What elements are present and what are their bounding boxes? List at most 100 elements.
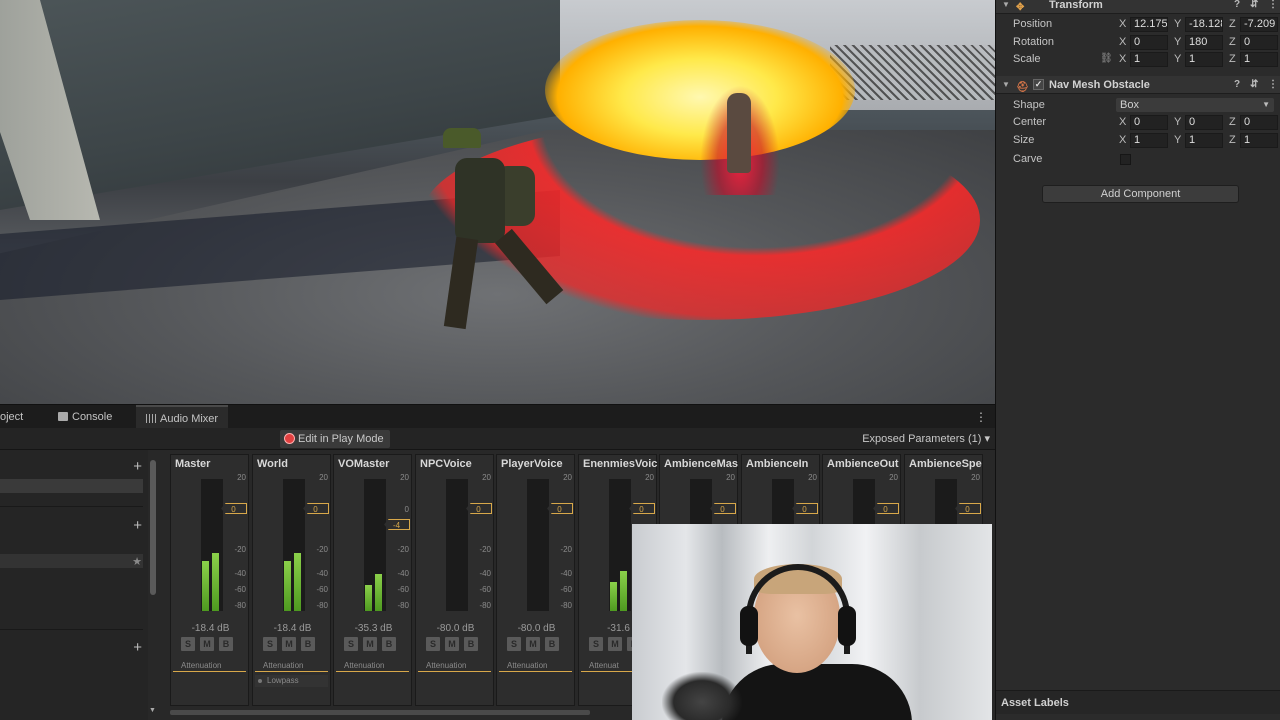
- rotation-y-field[interactable]: 180: [1185, 35, 1223, 50]
- mute-button[interactable]: M: [200, 637, 214, 651]
- streamer-body: [722, 664, 912, 720]
- solo-button[interactable]: S: [507, 637, 521, 651]
- edit-in-play-mode-button[interactable]: Edit in Play Mode: [280, 430, 390, 448]
- mixer-strip[interactable]: PlayerVoice200-20-40-60-800-80.0 dBSMBAt…: [496, 454, 575, 706]
- volume-fader-handle[interactable]: 0: [710, 503, 736, 514]
- position-x-field[interactable]: 12.175: [1130, 17, 1168, 32]
- mixer-strip[interactable]: VOMaster 20 0 -20 -40 -60 -80 -4 -35.3 dB S M B Atte…: [333, 454, 412, 706]
- volume-fader-handle[interactable]: 0: [466, 503, 492, 514]
- chevron-down-icon[interactable]: ▼: [1002, 0, 1010, 14]
- effect-slot[interactable]: Attenuation: [173, 660, 246, 672]
- axis-y-label: Y: [1174, 116, 1182, 128]
- effect-slot[interactable]: Attenuation: [336, 660, 409, 672]
- chevron-down-icon[interactable]: ▼: [1002, 76, 1010, 94]
- mute-button[interactable]: M: [608, 637, 622, 651]
- mixer-strip[interactable]: Master200-20-40-60-800-18.4 dBSMBAttenua…: [170, 454, 249, 706]
- panel-menu-icon[interactable]: ⋮: [975, 405, 987, 429]
- volume-fader-handle[interactable]: 0: [792, 503, 818, 514]
- scale-label: Scale: [1013, 53, 1041, 65]
- tab-project[interactable]: oject: [0, 405, 33, 429]
- axis-x-label: X: [1119, 134, 1127, 146]
- effect-slot[interactable]: Attenuation: [418, 660, 491, 672]
- enabled-checkbox[interactable]: ✓: [1033, 79, 1044, 90]
- link-icon[interactable]: ⛓: [1100, 53, 1113, 64]
- rotation-x-field[interactable]: 0: [1130, 35, 1168, 50]
- add-group-button[interactable]: +: [133, 639, 142, 656]
- bypass-button[interactable]: B: [545, 637, 559, 651]
- mute-button[interactable]: M: [526, 637, 540, 651]
- center-z-field[interactable]: 0: [1240, 115, 1278, 130]
- position-z-field[interactable]: -7.209: [1240, 17, 1278, 32]
- tab-console[interactable]: Console: [48, 405, 122, 429]
- add-snapshot-button[interactable]: +: [133, 517, 142, 534]
- settings-icon[interactable]: ⇵: [1250, 76, 1258, 94]
- mixer-strip[interactable]: NPCVoice200-20-40-60-800-80.0 dBSMBAtten…: [415, 454, 494, 706]
- solo-button[interactable]: S: [263, 637, 277, 651]
- scale-y-field[interactable]: 1: [1185, 52, 1223, 67]
- level-meter: [283, 479, 305, 611]
- bypass-button[interactable]: B: [219, 637, 233, 651]
- headphone-ear-left: [740, 606, 758, 646]
- solo-button[interactable]: S: [589, 637, 603, 651]
- volume-fader-handle[interactable]: 0: [303, 503, 329, 514]
- solo-button[interactable]: S: [344, 637, 358, 651]
- size-x-field[interactable]: 1: [1130, 133, 1168, 148]
- scroll-down-icon[interactable]: ▼: [149, 707, 156, 714]
- scale-x-field[interactable]: 1: [1130, 52, 1168, 67]
- volume-fader-handle[interactable]: 0: [547, 503, 573, 514]
- mute-button[interactable]: M: [363, 637, 377, 651]
- shape-label: Shape: [1013, 99, 1045, 111]
- menu-icon[interactable]: ⋮: [1268, 0, 1278, 14]
- mixer-strip[interactable]: World200-20-40-60-800-18.4 dBSMBAttenuat…: [252, 454, 331, 706]
- star-icon[interactable]: ★: [132, 555, 142, 568]
- position-y-field[interactable]: -18.128: [1185, 17, 1223, 32]
- bypass-button[interactable]: B: [382, 637, 396, 651]
- level-meter: [527, 479, 549, 611]
- solo-button[interactable]: S: [426, 637, 440, 651]
- tab-audio-mixer[interactable]: Audio Mixer: [136, 405, 229, 429]
- settings-icon[interactable]: ⇵: [1250, 0, 1258, 14]
- snapshot-list-item[interactable]: [0, 554, 143, 568]
- effect-slot[interactable]: Lowpass: [255, 675, 328, 687]
- add-mixer-button[interactable]: +: [133, 458, 142, 475]
- db-scale: 200-20-40-60-80: [309, 473, 331, 613]
- mixer-list-item[interactable]: [0, 479, 143, 493]
- mute-button[interactable]: M: [282, 637, 296, 651]
- webcam-overlay: [632, 524, 992, 720]
- size-y-field[interactable]: 1: [1185, 133, 1223, 148]
- solo-button[interactable]: S: [181, 637, 195, 651]
- help-icon[interactable]: ?: [1234, 0, 1240, 14]
- rotation-z-field[interactable]: 0: [1240, 35, 1278, 50]
- mute-button[interactable]: M: [445, 637, 459, 651]
- add-component-button[interactable]: Add Component: [1042, 185, 1239, 203]
- volume-fader-handle[interactable]: 0: [955, 503, 981, 514]
- exposed-parameters-dropdown[interactable]: Exposed Parameters (1) ▾: [862, 428, 990, 450]
- size-label: Size: [1013, 134, 1035, 146]
- asset-labels-header[interactable]: Asset Labels: [996, 690, 1280, 714]
- effect-slot[interactable]: Attenuation: [255, 660, 328, 672]
- volume-fader-handle[interactable]: 0: [629, 503, 655, 514]
- carve-checkbox[interactable]: [1120, 154, 1131, 165]
- scale-z-field[interactable]: 1: [1240, 52, 1278, 67]
- bypass-button[interactable]: B: [301, 637, 315, 651]
- volume-fader-handle[interactable]: 0: [221, 503, 247, 514]
- vertical-scrollbar[interactable]: [150, 460, 156, 595]
- menu-icon[interactable]: ⋮: [1268, 76, 1278, 94]
- microphone-windscreen: [662, 672, 742, 720]
- effect-slot[interactable]: Attenuation: [499, 660, 572, 672]
- volume-fader-handle[interactable]: -4: [384, 519, 410, 530]
- bypass-button[interactable]: B: [464, 637, 478, 651]
- volume-fader-handle[interactable]: 0: [873, 503, 899, 514]
- nav-obstacle-icon: ⛑: [1016, 82, 1029, 93]
- horizontal-scrollbar[interactable]: [170, 710, 590, 715]
- center-x-field[interactable]: 0: [1130, 115, 1168, 130]
- help-icon[interactable]: ?: [1234, 76, 1240, 94]
- transform-header[interactable]: ▼ ✥ Transform ? ⇵ ⋮: [996, 0, 1280, 14]
- shape-dropdown[interactable]: Box ▼: [1116, 98, 1274, 112]
- db-scale-label: 20: [726, 473, 735, 482]
- game-view[interactable]: [0, 0, 995, 404]
- nav-mesh-obstacle-header[interactable]: ▼ ⛑ ✓ Nav Mesh Obstacle ? ⇵ ⋮: [996, 76, 1280, 94]
- db-scale-label: 20: [808, 473, 817, 482]
- size-z-field[interactable]: 1: [1240, 133, 1278, 148]
- center-y-field[interactable]: 0: [1185, 115, 1223, 130]
